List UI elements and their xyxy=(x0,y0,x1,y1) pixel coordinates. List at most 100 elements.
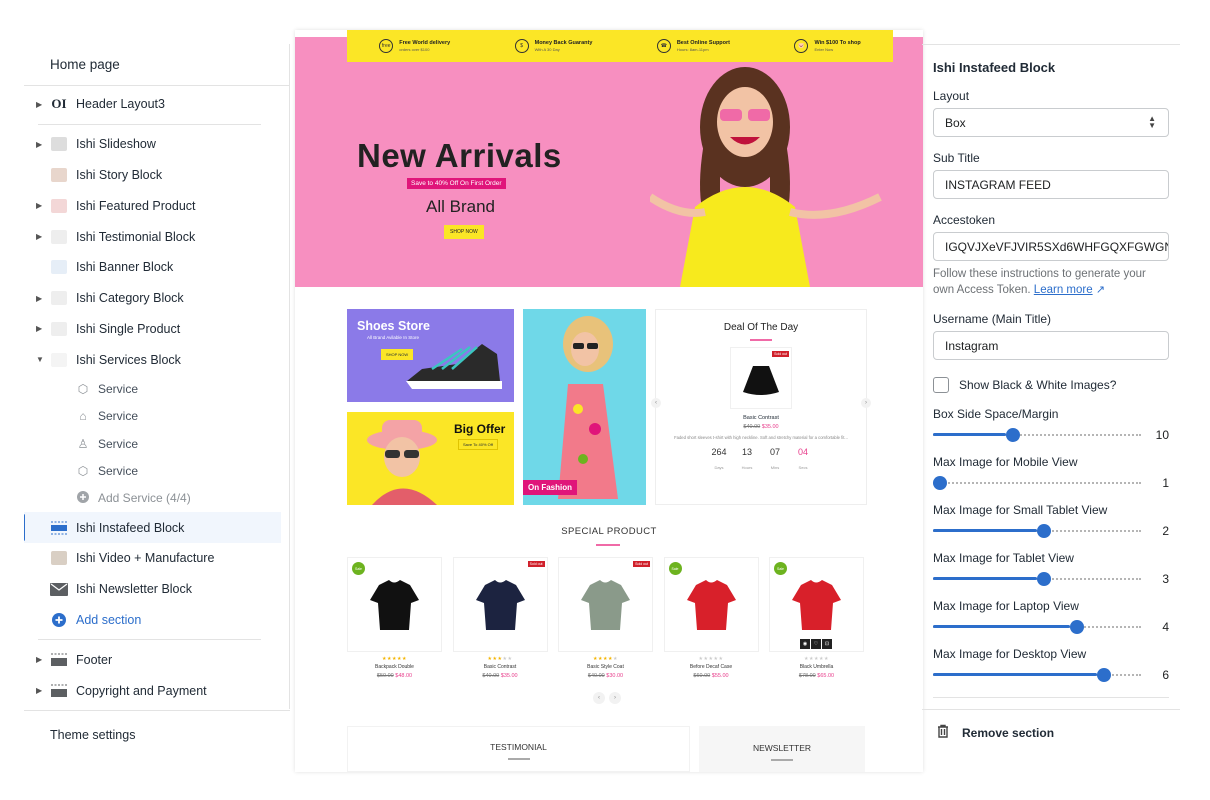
service-block-item[interactable]: ⬡ Service xyxy=(24,375,289,402)
product-image[interactable]: Sold out xyxy=(452,557,548,652)
layout-select[interactable]: Box ▲ ▼ xyxy=(933,108,1169,137)
slider-thumb[interactable] xyxy=(1097,668,1111,683)
service-bar-item: 🐷 Win $100 To shop Enter Now xyxy=(794,39,861,53)
bw-images-checkbox[interactable] xyxy=(933,377,949,394)
username-input[interactable]: Instagram xyxy=(933,331,1169,361)
product-name[interactable]: Before Decaf Case xyxy=(664,664,759,670)
sidebar-item[interactable]: Ishi Banner Block xyxy=(24,252,289,283)
deal-prev-button[interactable]: ‹ xyxy=(651,398,661,408)
products-next-button[interactable]: › xyxy=(609,692,621,704)
product-card[interactable]: Sold out ★★★★★ Basic Style Coat $40.00 $… xyxy=(558,557,653,679)
product-image[interactable]: Sale ◉ ♡ ⊡ xyxy=(769,557,864,652)
sidebar-item[interactable]: ▶Newsletter Popup xyxy=(24,706,289,709)
add-section-button[interactable]: Add section xyxy=(24,605,289,636)
rating-stars: ★★★★★ xyxy=(382,656,407,662)
footer-layout-icon xyxy=(50,652,68,668)
theme-settings-button[interactable]: Theme settings xyxy=(24,710,290,754)
range-slider[interactable]: 1 xyxy=(933,473,1169,493)
sidebar-item[interactable]: Ishi Instafeed Block xyxy=(24,512,281,543)
products-prev-button[interactable]: ‹ xyxy=(593,692,605,704)
sidebar-item-label: Header Layout3 xyxy=(76,97,165,112)
sidebar-item-header[interactable]: ▶ OI Header Layout3 xyxy=(24,89,289,120)
slider-value: 3 xyxy=(1162,572,1169,587)
deal-product-image[interactable]: Sold out xyxy=(730,347,792,409)
deal-product-name[interactable]: Basic Contrast xyxy=(656,415,866,421)
slider-thumb[interactable] xyxy=(1070,620,1084,635)
caret-right-icon[interactable]: ▶ xyxy=(36,100,42,109)
caret-right-icon[interactable]: ▶ xyxy=(36,686,42,695)
new-price: $30.00 xyxy=(606,673,624,679)
sidebar-item[interactable]: ▶ Ishi Category Block xyxy=(24,283,289,314)
product-name[interactable]: Basic Style Coat xyxy=(558,664,653,670)
hero-shop-now-button[interactable]: SHOP NOW xyxy=(444,225,484,239)
banner-offer-button[interactable]: Save To 40% Off xyxy=(458,439,498,450)
service-bar-title: Win $100 To shop xyxy=(814,40,861,47)
divider xyxy=(933,697,1169,699)
accesstoken-input[interactable]: IGQVJXeVFJVIR5SXd6WHFGQXFGWGNOZ xyxy=(933,232,1169,261)
range-slider[interactable]: 4 xyxy=(933,617,1169,637)
product-name[interactable]: Black Umbrella xyxy=(769,664,864,670)
sidebar-item[interactable]: ▶ Ishi Featured Product xyxy=(24,190,289,221)
product-image[interactable]: Sale xyxy=(347,557,442,652)
subtitle-input[interactable]: INSTAGRAM FEED xyxy=(933,170,1169,199)
service-block-item[interactable]: ♙ Service xyxy=(24,430,289,457)
caret-right-icon[interactable]: ▶ xyxy=(36,655,42,664)
service-block-item[interactable]: ⬡ Service xyxy=(24,457,289,484)
slider-thumb[interactable] xyxy=(1006,428,1020,443)
sidebar-item[interactable]: Ishi Story Block xyxy=(24,160,289,191)
product-name[interactable]: Basic Contrast xyxy=(453,664,548,670)
product-card[interactable]: Sale ◉ ♡ ⊡ ★★★★★ Black Umbrella $78.00 $65… xyxy=(769,557,864,679)
product-card[interactable]: Sold out ★★★★★ Basic Contrast $40.00 $35… xyxy=(452,557,548,679)
caret-right-icon[interactable]: ▶ xyxy=(36,324,42,333)
slider-track[interactable] xyxy=(933,482,1141,485)
service-bar-subtitle: With A 30 Day xyxy=(534,46,560,52)
product-image[interactable]: Sale xyxy=(663,557,759,652)
section-thumbnail-icon xyxy=(50,229,68,245)
product-card[interactable]: Sale ★★★★★ Before Decaf Case $60.00 $55.… xyxy=(663,557,759,679)
sidebar-item[interactable]: ▶ Ishi Testimonial Block xyxy=(24,221,289,252)
range-slider[interactable]: 10 xyxy=(933,425,1169,445)
product-card[interactable]: Sale ★★★★★ Backpack Double $50.00 $48.00 xyxy=(347,557,442,679)
layout-value: Box xyxy=(945,115,966,130)
slider-thumb[interactable] xyxy=(1037,572,1051,587)
bw-images-checkbox-row[interactable]: Show Black & White Images? xyxy=(933,377,1169,394)
shoes-store-banner[interactable]: Shoes Store All Brand Avilable In Store … xyxy=(347,309,514,402)
caret-right-icon[interactable]: ▶ xyxy=(36,140,42,149)
sidebar-item[interactable]: Ishi Video + Manufacture xyxy=(24,543,289,574)
sidebar-item[interactable]: ▶ Ishi Slideshow xyxy=(24,129,289,160)
sidebar-item[interactable]: ▶ Copyright and Payment xyxy=(24,675,289,706)
range-slider[interactable]: 2 xyxy=(933,521,1169,541)
on-fashion-banner[interactable]: On Fashion xyxy=(523,309,646,505)
sidebar-item[interactable]: ▶ Footer xyxy=(24,644,289,675)
range-slider[interactable]: 3 xyxy=(933,569,1169,589)
sidebar-item[interactable]: Ishi Newsletter Block xyxy=(24,574,289,605)
trash-icon xyxy=(936,724,950,741)
caret-right-icon[interactable]: ▶ xyxy=(36,201,42,210)
service-label: Service xyxy=(98,381,139,396)
service-bar-icon: free xyxy=(379,39,394,53)
product-image[interactable]: Sold out xyxy=(558,557,653,652)
range-slider[interactable]: 6 xyxy=(933,665,1169,685)
slider-thumb[interactable] xyxy=(933,476,947,491)
product-name[interactable]: Backpack Double xyxy=(347,664,442,670)
testimonial-section: TESTIMONIAL xyxy=(347,726,690,772)
service-block-item[interactable]: ⌂ Service xyxy=(24,403,289,430)
external-link-icon: ↗ xyxy=(1095,284,1106,297)
section-thumbnail-icon xyxy=(50,321,68,337)
caret-right-icon[interactable]: ▶ xyxy=(36,232,42,241)
learn-more-link[interactable]: Learn more xyxy=(1034,284,1093,296)
hero-slideshow[interactable]: New Arrivals Save to 40% Off On First Or… xyxy=(295,37,923,287)
wishlist-icon[interactable]: ♡ xyxy=(811,639,821,649)
add-to-cart-icon[interactable]: ⊡ xyxy=(822,639,832,649)
add-service-button[interactable]: Add Service (4/4) xyxy=(24,485,289,512)
sidebar-item[interactable]: ▶ Ishi Single Product xyxy=(24,314,289,345)
caret-down-icon[interactable]: ▼ xyxy=(36,355,44,364)
remove-section-button[interactable]: Remove section xyxy=(922,709,1180,755)
big-offer-banner[interactable]: Big Offer Save To 40% Off xyxy=(347,412,514,505)
sidebar-item[interactable]: ▼ Ishi Services Block xyxy=(24,344,289,375)
countdown-value: 04 xyxy=(797,447,808,458)
slider-thumb[interactable] xyxy=(1037,524,1051,539)
deal-next-button[interactable]: › xyxy=(861,398,871,408)
caret-right-icon[interactable]: ▶ xyxy=(36,294,42,303)
quick-view-icon[interactable]: ◉ xyxy=(800,639,810,649)
